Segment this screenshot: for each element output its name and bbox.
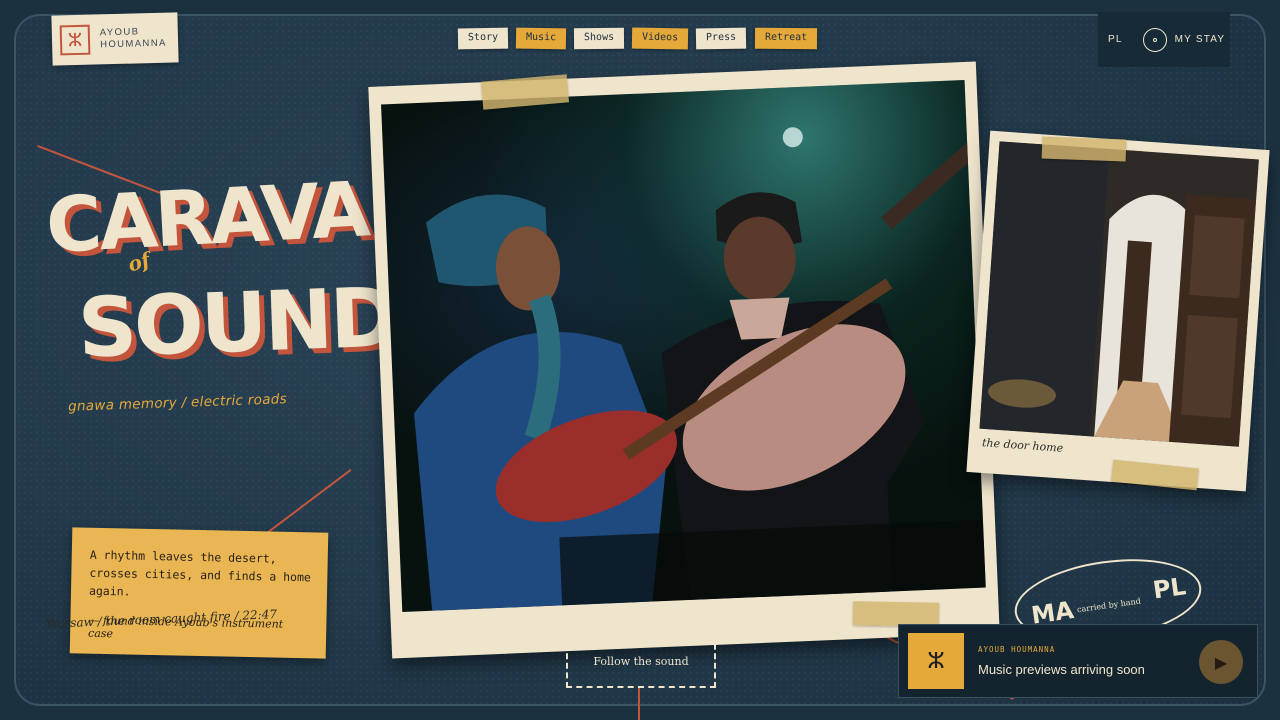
yaz-symbol-icon: ⵣ <box>59 24 91 56</box>
yaz-symbol-icon: ⵣ <box>908 633 964 689</box>
player-info: AYOUB HOUMANNA Music previews arriving s… <box>978 645 1145 677</box>
concert-illustration <box>413 127 986 613</box>
follow-label: Follow the sound <box>593 654 689 668</box>
nav-press[interactable]: Press <box>696 27 747 50</box>
music-player: ⵣ AYOUB HOUMANNA Music previews arriving… <box>898 624 1258 698</box>
brand-logo[interactable]: ⵣ AYOUB HOUMANNA <box>51 12 179 66</box>
nav-retreat[interactable]: Retreat <box>754 27 817 50</box>
nav-music[interactable]: Music <box>515 27 567 50</box>
quote-note: A rhythm leaves the desert, crosses citi… <box>69 527 329 659</box>
language-switch[interactable]: PL <box>1108 34 1123 45</box>
concert-photo <box>381 80 986 613</box>
doorway-illustration <box>979 141 1259 447</box>
play-icon[interactable]: ▶ <box>1199 640 1243 684</box>
decor-line <box>638 688 640 720</box>
nav-story[interactable]: Story <box>457 27 509 50</box>
nav-videos[interactable]: Videos <box>632 27 689 50</box>
main-photo-card <box>368 61 1000 659</box>
my-stay-link[interactable]: MY STAY <box>1175 34 1226 45</box>
stamp-middle: carried by hand <box>1076 596 1142 615</box>
brand-name: AYOUB HOUMANNA <box>99 26 167 51</box>
follow-the-sound-button[interactable]: Follow the sound <box>566 634 716 688</box>
top-right-panel: PL MY STAY <box>1098 12 1230 67</box>
circle-icon[interactable] <box>1142 27 1167 52</box>
stamp-to: PL <box>1151 572 1188 605</box>
tape-strip <box>1041 136 1127 162</box>
nav-shows[interactable]: Shows <box>574 27 625 50</box>
tape-strip <box>852 601 940 627</box>
main-nav: Story Music Shows Videos Press Retreat <box>457 27 817 50</box>
note-text: A rhythm leaves the desert, crosses citi… <box>88 547 312 599</box>
hero-title-line2: SOUND <box>76 270 397 377</box>
player-status: Music previews arriving soon <box>978 662 1145 677</box>
doorway-photo <box>979 141 1259 447</box>
player-artist: AYOUB HOUMANNA <box>978 645 1056 654</box>
